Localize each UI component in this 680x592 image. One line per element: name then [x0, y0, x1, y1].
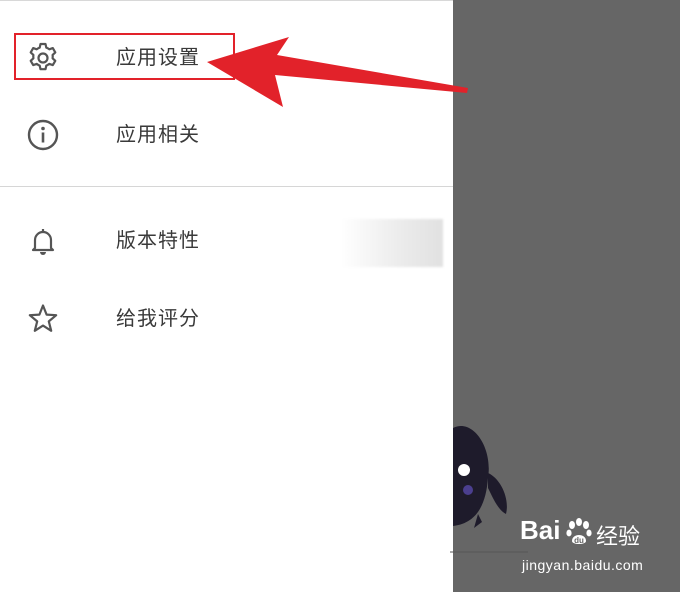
- red-arrow-annotation: [207, 37, 468, 107]
- info-icon: [26, 118, 60, 152]
- menu-item-app-related[interactable]: 应用相关: [0, 104, 453, 164]
- menu-divider: [0, 186, 453, 187]
- svg-text:du: du: [574, 536, 584, 545]
- menu-item-label: 给我评分: [116, 306, 200, 330]
- paw-icon: du: [564, 517, 594, 547]
- star-icon: [26, 302, 60, 336]
- menu-item-rate-me[interactable]: 给我评分: [0, 288, 453, 348]
- watermark-brand: Bai: [520, 515, 561, 545]
- menu-item-label: 应用相关: [116, 122, 200, 146]
- highlight-rectangle: [14, 33, 235, 80]
- blurred-region: [340, 219, 443, 267]
- watermark-url: jingyan.baidu.com: [522, 557, 644, 573]
- bell-icon: [26, 224, 60, 258]
- baidu-jingyan-watermark: Bai du 经验 jingyan.baidu.com: [520, 515, 670, 585]
- menu-item-label: 版本特性: [116, 228, 200, 252]
- watermark-cn: 经验: [596, 525, 641, 550]
- mascot-illustration: [450, 426, 528, 553]
